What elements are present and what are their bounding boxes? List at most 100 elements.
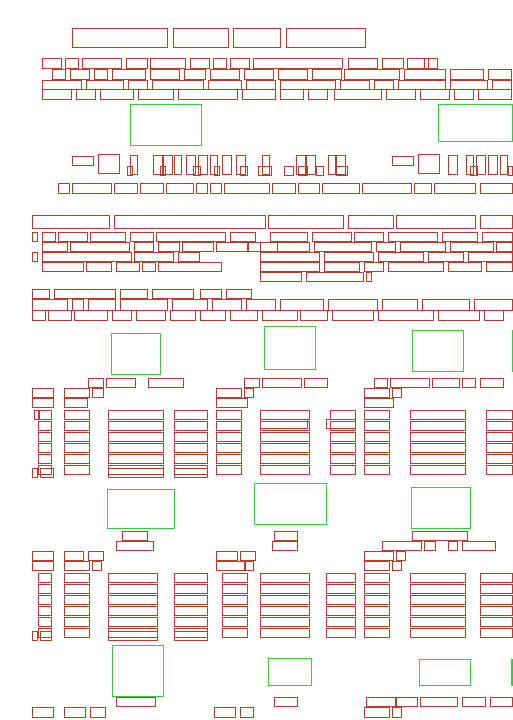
- spec-header-text-box: [216, 551, 238, 561]
- list-text-box: [230, 232, 256, 242]
- spec-cell-text-box: [410, 584, 466, 594]
- card-title-text-box: [432, 378, 460, 388]
- spec-cell-text-box: [174, 410, 208, 420]
- nav-text-box: [386, 89, 416, 100]
- list-text-box: [442, 232, 478, 242]
- card-title-text-box: [364, 707, 390, 718]
- spec-cell-text-box: [174, 454, 208, 464]
- subnav-text-box: [414, 183, 432, 194]
- spec-cell-text-box: [222, 584, 248, 594]
- card-title-text-box: [274, 697, 298, 707]
- list-text-box: [134, 242, 154, 252]
- spec-cell-text-box: [38, 617, 52, 627]
- nav-text-box: [112, 69, 146, 80]
- link-text-box: [170, 310, 196, 321]
- spec-cell-text-box: [174, 432, 208, 442]
- list-text-box: [86, 262, 112, 272]
- list-text-box: [42, 242, 68, 252]
- layout-wireframe: [0, 0, 513, 720]
- card-title-text-box: [240, 707, 254, 718]
- link-text-box: [200, 289, 222, 299]
- spec-cell-text-box: [326, 595, 356, 605]
- list-text-box: [486, 262, 513, 272]
- spec-cell-text-box: [330, 443, 356, 453]
- spec-cell-text-box: [486, 410, 513, 420]
- nav-text-box: [478, 89, 512, 100]
- spec-cell-text-box: [410, 421, 466, 431]
- spec-cell-text-box: [32, 631, 38, 641]
- spec-header-text-box: [244, 388, 254, 398]
- spec-cell-text-box: [108, 443, 164, 453]
- nav-text-box: [82, 58, 122, 69]
- spec-cell-text-box: [40, 631, 52, 641]
- image-placeholder: [419, 659, 471, 686]
- spec-cell-text-box: [364, 584, 390, 594]
- spec-cell-text-box: [34, 410, 40, 420]
- spec-cell-text-box: [260, 606, 310, 616]
- card-title-text-box: [448, 541, 458, 551]
- nav-text-box: [190, 58, 210, 69]
- link-text-box: [262, 310, 298, 321]
- spec-cell-text-box: [216, 443, 242, 453]
- spec-header-text-box: [392, 388, 402, 398]
- spec-cell-text-box: [326, 573, 356, 583]
- list-text-box: [42, 262, 84, 272]
- card-title-text-box: [490, 697, 513, 707]
- nav-text-box: [76, 89, 96, 100]
- glyph-text-box: [508, 166, 513, 176]
- nav-text-box: [348, 58, 378, 69]
- spec-header-text-box: [32, 561, 54, 571]
- glyph-text-box: [316, 166, 324, 176]
- label-text-box: [72, 156, 94, 166]
- card-title-text-box: [304, 378, 328, 388]
- spec-cell-text-box: [260, 595, 310, 605]
- list-text-box: [70, 242, 130, 252]
- spec-cell-text-box: [364, 617, 390, 627]
- list-text-box: [366, 272, 372, 282]
- nav-text-box: [65, 58, 79, 69]
- list-text-box: [142, 262, 156, 272]
- link-text-box: [332, 310, 374, 321]
- spec-cell-text-box: [64, 465, 90, 475]
- list-text-box: [306, 272, 364, 282]
- list-text-box: [324, 262, 360, 272]
- spec-cell-text-box: [108, 468, 164, 478]
- list-text-box: [496, 242, 513, 252]
- spec-header-text-box: [244, 561, 254, 571]
- subnav-text-box: [196, 183, 208, 194]
- nav-text-box: [138, 89, 174, 100]
- spec-cell-text-box: [480, 606, 513, 616]
- nav-text-box: [100, 89, 134, 100]
- card-title-text-box: [272, 541, 298, 551]
- subnav-text-box: [362, 183, 412, 194]
- glyph-text-box: [222, 155, 232, 175]
- list-text-box: [270, 232, 308, 242]
- nav-text-box: [242, 89, 276, 100]
- spec-cell-text-box: [222, 628, 248, 638]
- link-text-box: [438, 310, 480, 321]
- spec-cell-text-box: [364, 595, 390, 605]
- spec-cell-text-box: [108, 617, 158, 627]
- spec-header-text-box: [32, 388, 54, 398]
- spec-cell-text-box: [410, 454, 466, 464]
- spec-cell-text-box: [364, 421, 390, 431]
- card-title-text-box: [122, 531, 148, 541]
- card-title-text-box: [116, 697, 156, 707]
- spec-header-text-box: [32, 398, 54, 408]
- spec-cell-text-box: [216, 410, 242, 420]
- spec-cell-text-box: [174, 606, 208, 616]
- spec-header-text-box: [392, 561, 402, 571]
- spec-cell-text-box: [38, 595, 52, 605]
- nav-text-box: [210, 69, 240, 80]
- spec-cell-text-box: [64, 432, 90, 442]
- spec-cell-text-box: [38, 584, 52, 594]
- card-title-text-box: [366, 697, 396, 707]
- spec-cell-text-box: [326, 617, 356, 627]
- subnav-text-box: [322, 183, 360, 194]
- spec-header-text-box: [216, 388, 242, 398]
- spec-cell-text-box: [410, 606, 466, 616]
- spec-cell-text-box: [260, 584, 310, 594]
- spec-cell-text-box: [40, 468, 54, 478]
- list-text-box: [42, 252, 132, 262]
- card-title-text-box: [392, 707, 402, 718]
